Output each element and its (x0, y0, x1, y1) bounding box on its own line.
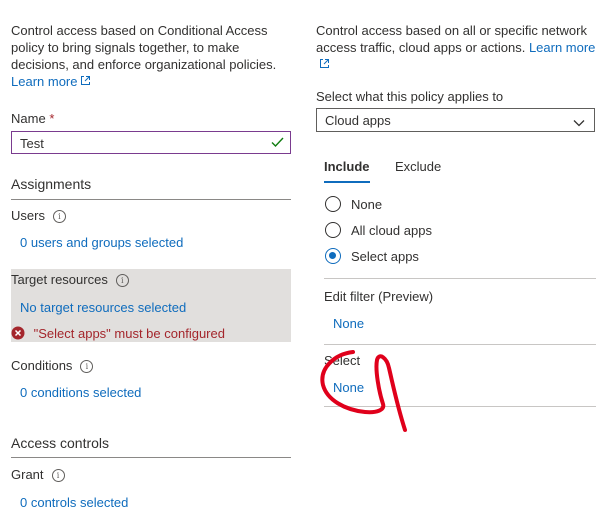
option-select-apps-label: Select apps (351, 249, 419, 264)
option-none[interactable]: None (324, 194, 474, 214)
left-intro: Control access based on Conditional Acce… (11, 22, 286, 90)
check-icon (271, 136, 284, 151)
filter-divider (324, 278, 596, 279)
name-field-label: Name * (11, 111, 55, 126)
right-intro: Control access based on all or specific … (316, 22, 601, 73)
conditions-link[interactable]: 0 conditions selected (20, 385, 141, 400)
option-none-radio[interactable] (325, 196, 341, 212)
info-icon[interactable]: i (51, 469, 65, 482)
option-all-cloud-apps[interactable]: All cloud apps (324, 220, 474, 240)
users-selection-link[interactable]: 0 users and groups selected (20, 235, 183, 250)
tab-include-underline (324, 181, 370, 183)
applies-to-label: Select what this policy applies to (316, 89, 504, 104)
option-all-cloud-apps-label: All cloud apps (351, 223, 432, 238)
grant-link[interactable]: 0 controls selected (20, 495, 128, 510)
tab-exclude[interactable]: Exclude (395, 159, 441, 174)
option-none-label: None (351, 197, 383, 212)
info-icon[interactable]: i (52, 210, 66, 223)
left-learn-more-link[interactable]: Learn more (11, 74, 91, 89)
target-resources-error: "Select apps" must be configured (11, 326, 225, 343)
assignments-divider (11, 199, 291, 200)
conditions-label: Conditions i (11, 358, 94, 373)
external-link-icon (319, 56, 330, 73)
target-resources-link[interactable]: No target resources selected (20, 300, 186, 315)
chevron-down-icon (573, 115, 585, 130)
info-icon[interactable]: i (80, 360, 94, 373)
access-controls-heading: Access controls (11, 435, 110, 451)
edit-filter-link[interactable]: None (333, 316, 364, 331)
applies-to-dropdown[interactable]: Cloud apps (316, 108, 595, 132)
red-annotation-scribble (320, 350, 407, 432)
error-icon (11, 326, 25, 343)
target-resources-label: Target resources i (11, 272, 129, 287)
info-icon[interactable]: i (115, 274, 129, 287)
error-message: "Select apps" must be configured (33, 326, 225, 341)
grant-label: Grant i (11, 467, 65, 482)
access-controls-divider (11, 457, 291, 458)
left-intro-text: Control access based on Conditional Acce… (11, 23, 277, 72)
users-label: Users i (11, 208, 66, 223)
option-select-apps[interactable]: Select apps (324, 246, 474, 266)
option-select-apps-radio[interactable] (325, 248, 341, 264)
edit-filter-label: Edit filter (Preview) (324, 289, 434, 304)
applies-to-value: Cloud apps (325, 113, 391, 128)
name-input[interactable]: Test (11, 131, 291, 154)
required-mark: * (49, 111, 55, 126)
name-input-value: Test (20, 136, 44, 151)
external-link-icon (80, 73, 91, 90)
option-all-cloud-apps-radio[interactable] (325, 222, 341, 238)
tab-include[interactable]: Include (324, 159, 370, 183)
assignments-heading: Assignments (11, 176, 92, 192)
